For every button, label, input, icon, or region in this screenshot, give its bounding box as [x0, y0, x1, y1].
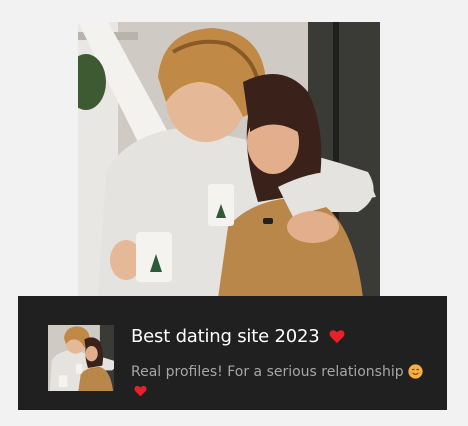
subtitle-text: Real profiles! For a serious relationshi…	[131, 364, 404, 380]
thumbnail-image[interactable]	[48, 325, 114, 391]
ad-card[interactable]: Best dating site 2023 Real profiles! For…	[18, 296, 447, 410]
ad-subtitle: Real profiles! For a serious relationshi…	[131, 362, 431, 402]
heart-icon	[329, 330, 345, 344]
headline-text: Best dating site 2023	[131, 326, 320, 347]
couple-illustration	[78, 22, 380, 298]
smiling-face-icon	[408, 364, 423, 379]
thumbnail-illustration	[48, 325, 114, 391]
heart-icon	[134, 385, 147, 397]
main-photo[interactable]	[78, 22, 380, 298]
ad-headline[interactable]: Best dating site 2023	[131, 326, 345, 347]
